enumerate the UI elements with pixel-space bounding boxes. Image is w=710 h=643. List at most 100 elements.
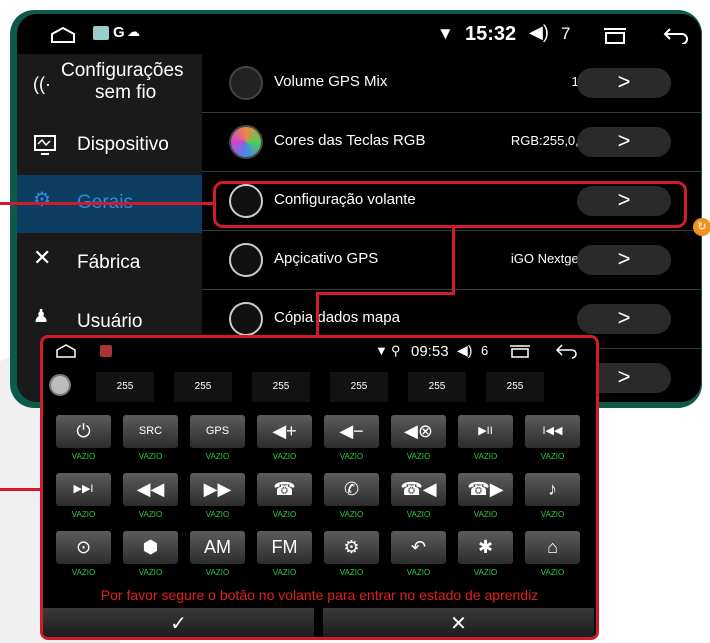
chevron-right-icon[interactable]: > bbox=[577, 245, 671, 275]
rewind-button[interactable]: ◀◀ bbox=[123, 473, 178, 506]
cloud-icon: ☁ bbox=[127, 24, 140, 39]
connector-line bbox=[316, 292, 319, 336]
chevron-right-icon[interactable]: > bbox=[577, 304, 671, 334]
user-icon: ♟ bbox=[33, 306, 50, 326]
wifi-signal-icon: ▼ bbox=[375, 343, 388, 358]
settings-button[interactable]: ⚙ bbox=[324, 531, 379, 564]
button-status: VAZIO bbox=[138, 452, 163, 461]
call-prev-button[interactable]: ☎◀ bbox=[391, 473, 446, 506]
next-button[interactable]: ▶▶I bbox=[56, 473, 111, 506]
floating-assist-icon[interactable]: ↻ bbox=[693, 218, 710, 236]
equalizer-button[interactable]: ⬢ bbox=[123, 531, 178, 564]
setting-label: Volume GPS Mix bbox=[274, 73, 388, 90]
monitor-icon bbox=[34, 135, 56, 155]
button-status: VAZIO bbox=[473, 452, 498, 461]
button-status: VAZIO bbox=[406, 452, 431, 461]
setting-row-volume-gps-mix[interactable]: Volume GPS Mix 13 > bbox=[202, 54, 701, 113]
location-icon: ⚲ bbox=[391, 343, 401, 358]
sidebar-item-label: sem fio bbox=[95, 82, 157, 103]
voice-button[interactable]: ♪ bbox=[525, 473, 580, 506]
highlight-steering-wheel bbox=[213, 181, 687, 228]
button-status: VAZIO bbox=[272, 510, 297, 519]
overlay-status-bar: ▼ ⚲ 09:53 ◀) 6 bbox=[43, 338, 596, 364]
camera-button[interactable]: ⊙ bbox=[56, 531, 111, 564]
cancel-button[interactable]: ✕ bbox=[323, 608, 594, 637]
confirm-button[interactable]: ✓ bbox=[43, 608, 314, 637]
button-status: VAZIO bbox=[540, 510, 565, 519]
home-button[interactable]: ⌂ bbox=[525, 531, 580, 564]
play-pause-button[interactable]: ▶II bbox=[458, 415, 513, 448]
sidebar-item-factory[interactable]: ✕ Fábrica bbox=[17, 235, 202, 293]
setting-label: Cópia dados mapa bbox=[274, 309, 400, 326]
home-icon[interactable] bbox=[50, 26, 76, 44]
bluetooth-button[interactable]: ✱ bbox=[458, 531, 513, 564]
wifi-signal-icon: ▼ bbox=[437, 24, 454, 43]
sidebar-item-device[interactable]: Dispositivo bbox=[17, 117, 202, 175]
steering-learn-dialog: ▼ ⚲ 09:53 ◀) 6 255 255 255 255 255 255 ⏻… bbox=[40, 335, 599, 640]
button-status: VAZIO bbox=[71, 510, 96, 519]
key-value-strip: 255 255 255 255 255 255 bbox=[43, 366, 596, 406]
chevron-right-icon[interactable]: > bbox=[577, 127, 671, 157]
record-indicator bbox=[49, 374, 71, 396]
fast-forward-button[interactable]: ▶▶ bbox=[190, 473, 245, 506]
recent-apps-icon[interactable] bbox=[508, 344, 532, 358]
recent-apps-icon[interactable] bbox=[602, 26, 628, 44]
app-icon bbox=[100, 345, 112, 357]
volume-icon: ◀) bbox=[457, 342, 473, 358]
call-answer-button[interactable]: ☎ bbox=[257, 473, 312, 506]
gear-icon: ⚙ bbox=[33, 189, 51, 211]
volume-icon: ◀) bbox=[529, 22, 549, 42]
back-icon[interactable] bbox=[555, 343, 579, 359]
volume-level: 7 bbox=[561, 24, 571, 43]
button-status: VAZIO bbox=[138, 568, 163, 577]
back-icon[interactable] bbox=[662, 26, 690, 44]
mute-button[interactable]: ◀⊗ bbox=[391, 415, 446, 448]
button-status: VAZIO bbox=[272, 452, 297, 461]
connector-line bbox=[0, 488, 42, 491]
button-status: VAZIO bbox=[71, 452, 96, 461]
src-button[interactable]: SRC bbox=[123, 415, 178, 448]
button-status: VAZIO bbox=[406, 568, 431, 577]
sim-label: G bbox=[113, 24, 125, 41]
clock: 15:32 bbox=[465, 23, 517, 45]
chevron-right-icon[interactable]: > bbox=[577, 68, 671, 98]
button-status: VAZIO bbox=[205, 510, 230, 519]
button-status: VAZIO bbox=[540, 568, 565, 577]
home-icon[interactable] bbox=[55, 344, 77, 358]
volume-up-button[interactable]: ◀+ bbox=[257, 415, 312, 448]
power-button[interactable]: ⏻ bbox=[56, 415, 111, 448]
sidebar-item-label: Dispositivo bbox=[77, 134, 169, 155]
sidebar-item-label: Configurações bbox=[61, 60, 184, 81]
connector-line bbox=[452, 226, 455, 294]
previous-button[interactable]: I◀◀ bbox=[525, 415, 580, 448]
bulb-icon bbox=[229, 125, 263, 159]
connector-line bbox=[0, 202, 215, 205]
am-button[interactable]: AM bbox=[190, 531, 245, 564]
key-value: 255 bbox=[330, 372, 388, 402]
setting-value: iGO Nextgen bbox=[510, 251, 586, 266]
wifi-icon: ((· bbox=[33, 74, 51, 94]
sidebar-item-label: Fábrica bbox=[77, 252, 141, 273]
call-next-button[interactable]: ☎▶ bbox=[458, 473, 513, 506]
button-status: VAZIO bbox=[272, 568, 297, 577]
instruction-text: Por favor segure o botão no volante para… bbox=[100, 587, 539, 603]
button-status: VAZIO bbox=[473, 510, 498, 519]
button-status: VAZIO bbox=[540, 452, 565, 461]
button-status: VAZIO bbox=[473, 568, 498, 577]
fm-button[interactable]: FM bbox=[257, 531, 312, 564]
connector-line bbox=[316, 292, 455, 295]
map-icon bbox=[229, 302, 263, 336]
key-value: 255 bbox=[252, 372, 310, 402]
key-value: 255 bbox=[486, 372, 544, 402]
button-status: VAZIO bbox=[205, 452, 230, 461]
setting-row-rgb[interactable]: Cores das Teclas RGB RGB:255,0,0 > bbox=[202, 113, 701, 172]
gps-button[interactable]: GPS bbox=[190, 415, 245, 448]
return-button[interactable]: ↶ bbox=[391, 531, 446, 564]
button-status: VAZIO bbox=[406, 510, 431, 519]
status-bar: G ☁ ▼ 15:32 ◀) 7 bbox=[17, 14, 701, 54]
button-status: VAZIO bbox=[71, 568, 96, 577]
setting-label: Apçicativo GPS bbox=[274, 250, 379, 267]
sidebar-item-wireless[interactable]: ((· Configurações sem fio bbox=[17, 54, 202, 112]
volume-down-button[interactable]: ◀− bbox=[324, 415, 379, 448]
call-hangup-button[interactable]: ✆ bbox=[324, 473, 379, 506]
